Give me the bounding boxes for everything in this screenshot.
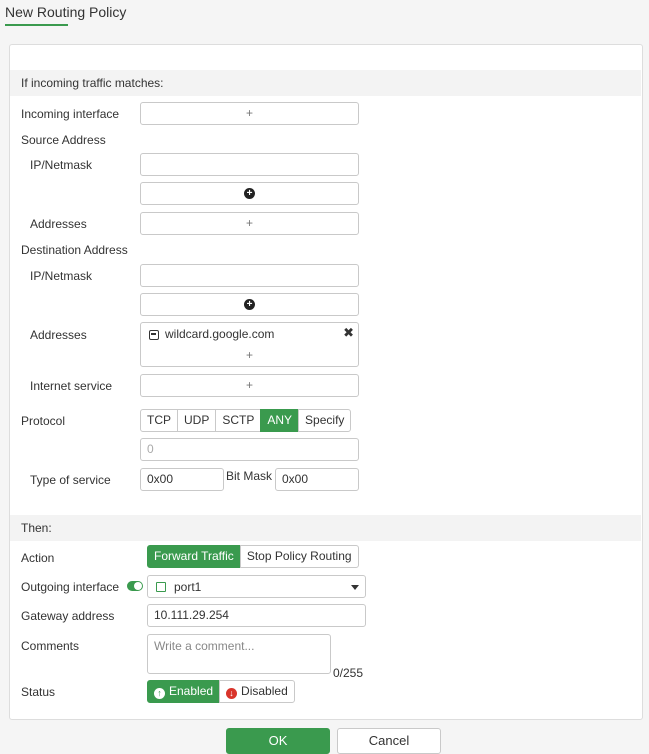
circle-plus-icon: + [244,299,255,311]
comments-textarea[interactable]: Write a comment... [147,634,331,674]
dest-addresses-add[interactable]: + [141,348,358,362]
protocol-udp-button[interactable]: UDP [177,409,217,432]
outgoing-interface-toggle[interactable] [127,581,143,591]
circle-plus-icon: + [244,188,255,200]
status-disabled-button[interactable]: ↓ Disabled [219,680,295,703]
cancel-button[interactable]: Cancel [337,728,441,754]
protocol-sctp-button[interactable]: SCTP [215,409,262,432]
status-disabled-label: Disabled [241,684,288,698]
address-icon [149,330,159,340]
forward-traffic-button[interactable]: Forward Traffic [147,545,241,568]
dest-ip-add-button[interactable]: + [140,293,359,316]
comments-counter: 0/255 [333,666,364,680]
destination-address-label: Destination Address [21,243,128,257]
tos-input[interactable]: 0x00 [140,468,224,491]
match-section-header: If incoming traffic matches: [10,70,641,96]
status-enabled-button[interactable]: ↑ Enabled [147,680,221,703]
bitmask-input[interactable]: 0x00 [275,468,359,491]
gateway-label: Gateway address [21,609,115,623]
gateway-input[interactable]: 10.111.29.254 [147,604,366,627]
remove-address-icon[interactable]: ✖ [343,325,354,341]
page-title: New Routing Policy [5,4,127,20]
outgoing-interface-value: port1 [174,580,202,594]
comments-label: Comments [21,639,80,653]
source-ip-input[interactable] [140,153,359,176]
source-ip-label: IP/Netmask [30,158,93,172]
dest-addresses-field[interactable]: wildcard.google.com ✖ + [140,322,359,367]
protocol-specify-button[interactable]: Specify [298,409,352,432]
source-ip-add-button[interactable]: + [140,182,359,205]
address-chip-label: wildcard.google.com [165,327,275,341]
arrow-up-icon: ↑ [154,688,165,699]
dest-ip-label: IP/Netmask [30,269,93,283]
incoming-interface-label: Incoming interface [21,107,120,121]
title-underline [5,24,68,26]
then-section-header: Then: [10,515,641,541]
source-addresses-label: Addresses [30,217,87,231]
dest-ip-input[interactable] [140,264,359,287]
bitmask-label: Bit Mask [226,469,273,483]
port-icon [156,582,166,592]
chevron-down-icon [351,585,359,590]
page-header: New Routing Policy [0,0,649,32]
status-label: Status [21,685,56,699]
outgoing-interface-select[interactable]: port1 [147,575,366,598]
action-label: Action [21,551,55,565]
status-selector: ↑ Enabled ↓ Disabled [147,680,295,703]
internet-service-add[interactable]: + [140,374,359,397]
protocol-number-input[interactable]: 0 [140,438,359,461]
internet-service-label: Internet service [30,379,113,393]
incoming-interface-add[interactable]: + [140,102,359,125]
source-address-label: Source Address [21,133,106,147]
status-enabled-label: Enabled [169,684,214,698]
action-selector: Forward Traffic Stop Policy Routing [147,545,359,568]
protocol-label: Protocol [21,414,66,428]
stop-policy-routing-button[interactable]: Stop Policy Routing [239,545,359,568]
outgoing-interface-label: Outgoing interface [21,580,120,594]
protocol-tcp-button[interactable]: TCP [140,409,178,432]
arrow-down-icon: ↓ [226,688,238,699]
source-addresses-add[interactable]: + [140,212,359,235]
ok-button[interactable]: OK [226,728,330,754]
protocol-selector: TCP UDP SCTP ANY Specify [140,409,352,432]
dest-addresses-label: Addresses [30,328,87,342]
tos-label: Type of service [30,473,111,487]
protocol-any-button[interactable]: ANY [260,409,300,432]
